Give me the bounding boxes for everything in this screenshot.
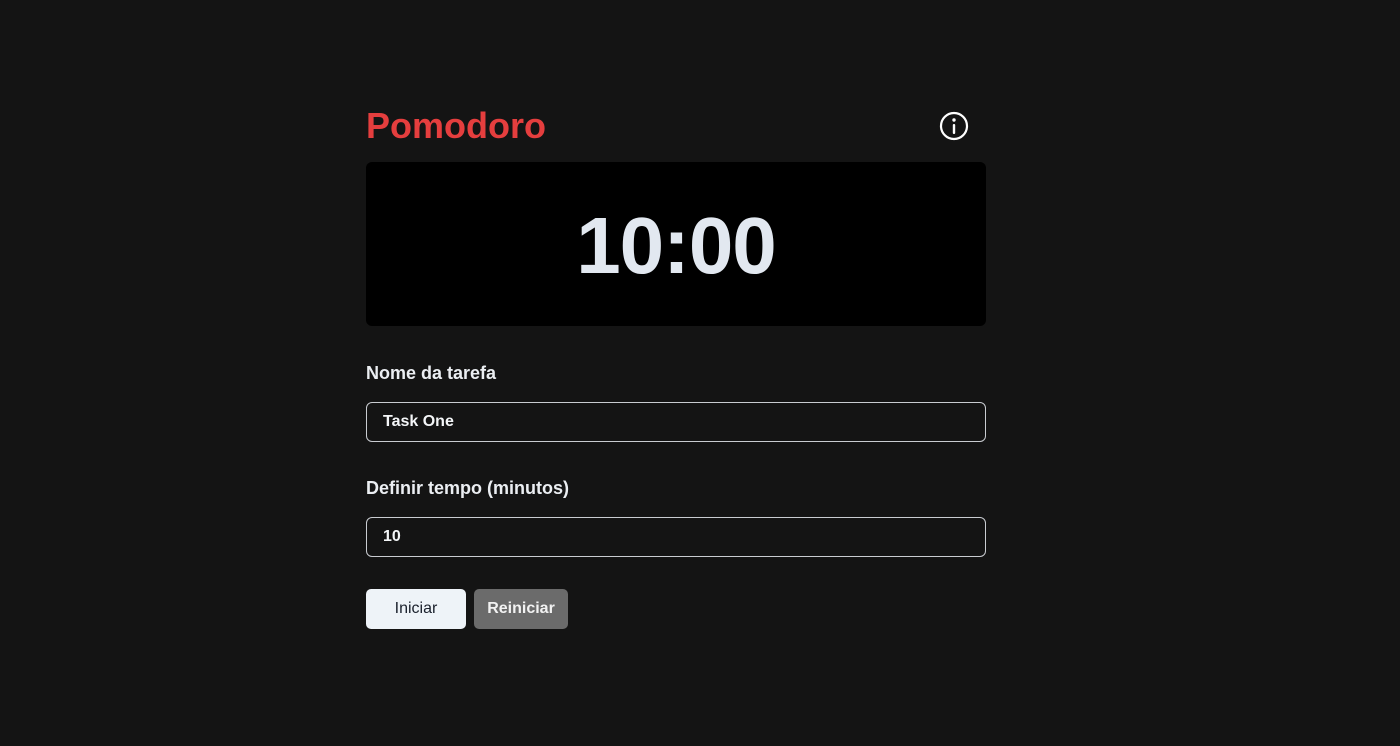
info-circle-icon xyxy=(938,110,970,142)
task-name-label: Nome da tarefa xyxy=(366,363,497,383)
reset-button[interactable]: Reiniciar xyxy=(474,589,568,629)
pomodoro-app: Pomodoro 10:00 Nome da tarefa Definir te… xyxy=(366,104,986,629)
timer-display: 10:00 xyxy=(366,162,986,326)
task-name-input[interactable] xyxy=(366,402,986,442)
page-title: Pomodoro xyxy=(366,105,546,146)
header: Pomodoro xyxy=(366,104,986,148)
info-button[interactable] xyxy=(938,110,970,142)
start-button[interactable]: Iniciar xyxy=(366,589,466,629)
time-minutes-label: Definir tempo (minutos) xyxy=(366,478,569,498)
time-minutes-input[interactable] xyxy=(366,517,986,557)
timer-text: 10:00 xyxy=(576,201,777,290)
